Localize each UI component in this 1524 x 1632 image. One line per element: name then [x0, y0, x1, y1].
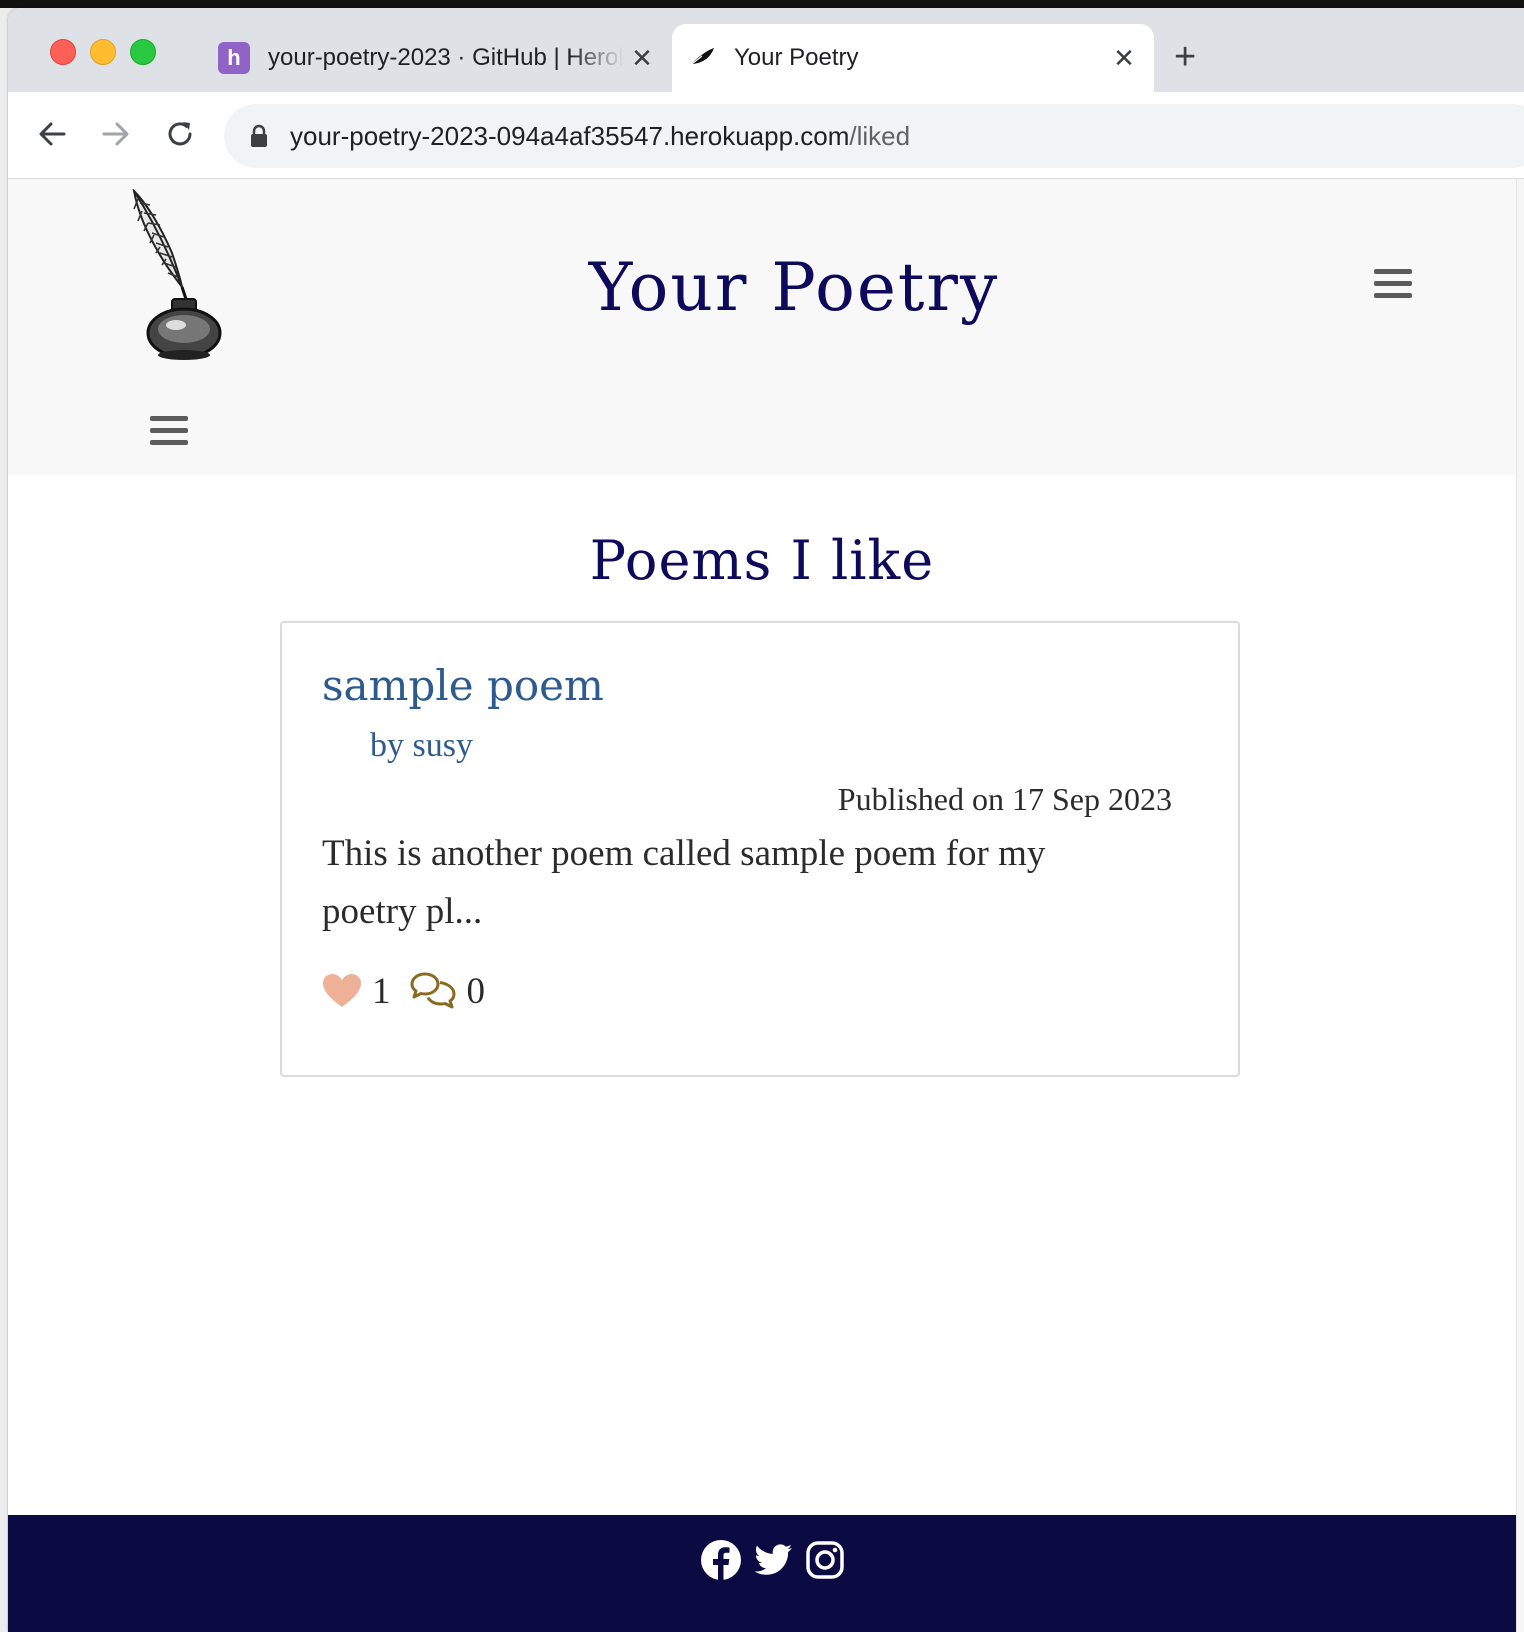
page-heading: Poems I like [589, 529, 935, 592]
close-tab-icon[interactable]: ✕ [624, 43, 660, 74]
feather-icon [684, 42, 716, 74]
facebook-icon[interactable] [700, 1539, 742, 1581]
url-path: /liked [849, 120, 911, 151]
reload-button[interactable] [160, 114, 200, 154]
address-bar[interactable]: your-poetry-2023-094a4af35547.herokuapp.… [224, 104, 1524, 168]
url-text: your-poetry-2023-094a4af35547.herokuapp.… [290, 121, 910, 152]
likes-count: 1 [372, 970, 391, 1012]
comments-count: 0 [466, 970, 486, 1012]
poem-title-link[interactable]: sample poem [322, 661, 604, 710]
comments-icon[interactable] [409, 971, 457, 1011]
heart-icon[interactable] [322, 973, 362, 1009]
forward-button[interactable] [96, 114, 136, 154]
site-footer [8, 1515, 1516, 1632]
minimize-window-button[interactable] [90, 39, 116, 65]
arrow-right-icon [102, 122, 129, 146]
tab-title: your-poetry-2023 · GitHub | Heroku [268, 44, 624, 71]
close-tab-icon[interactable]: ✕ [1106, 43, 1142, 74]
hamburger-menu-icon[interactable] [1374, 269, 1412, 299]
back-button[interactable] [32, 114, 72, 154]
page-scrollbar[interactable] [1516, 179, 1524, 1632]
poem-stats: 1 0 [322, 969, 503, 1013]
site-header: Your Poetry [8, 179, 1516, 475]
tab-bar: h your-poetry-2023 · GitHub | Heroku ✕ Y… [8, 8, 1524, 92]
browser-toolbar: your-poetry-2023-094a4af35547.herokuapp.… [8, 92, 1524, 179]
poem-card[interactable]: sample poem by susy Published on 17 Sep … [280, 621, 1240, 1077]
tab-your-poetry[interactable]: Your Poetry ✕ [672, 24, 1154, 92]
hamburger-menu-icon[interactable] [150, 416, 188, 446]
heroku-icon: h [218, 42, 250, 74]
poem-author: by susy [370, 727, 473, 764]
screen-top-edge [0, 0, 1524, 8]
twitter-icon[interactable] [752, 1539, 794, 1581]
poem-published-date: Published on 17 Sep 2023 [837, 781, 1172, 817]
close-window-button[interactable] [50, 39, 76, 65]
lock-icon [251, 124, 267, 147]
zoom-window-button[interactable] [130, 39, 156, 65]
site-title[interactable]: Your Poetry [8, 249, 1524, 326]
url-host: your-poetry-2023-094a4af35547.herokuapp.… [290, 120, 850, 151]
arrow-left-icon [39, 122, 66, 146]
poem-excerpt: This is another poem called sample poem … [322, 833, 1046, 932]
new-tab-button[interactable]: + [1174, 38, 1196, 76]
tab-title: Your Poetry [734, 44, 859, 71]
reload-icon [168, 122, 192, 146]
page-viewport: Your Poetry Poems I like sample poem by … [8, 179, 1516, 1632]
browser-window: h your-poetry-2023 · GitHub | Heroku ✕ Y… [8, 8, 1524, 1632]
tab-github-heroku[interactable]: h your-poetry-2023 · GitHub | Heroku ✕ [206, 24, 672, 92]
instagram-icon[interactable] [804, 1539, 846, 1581]
